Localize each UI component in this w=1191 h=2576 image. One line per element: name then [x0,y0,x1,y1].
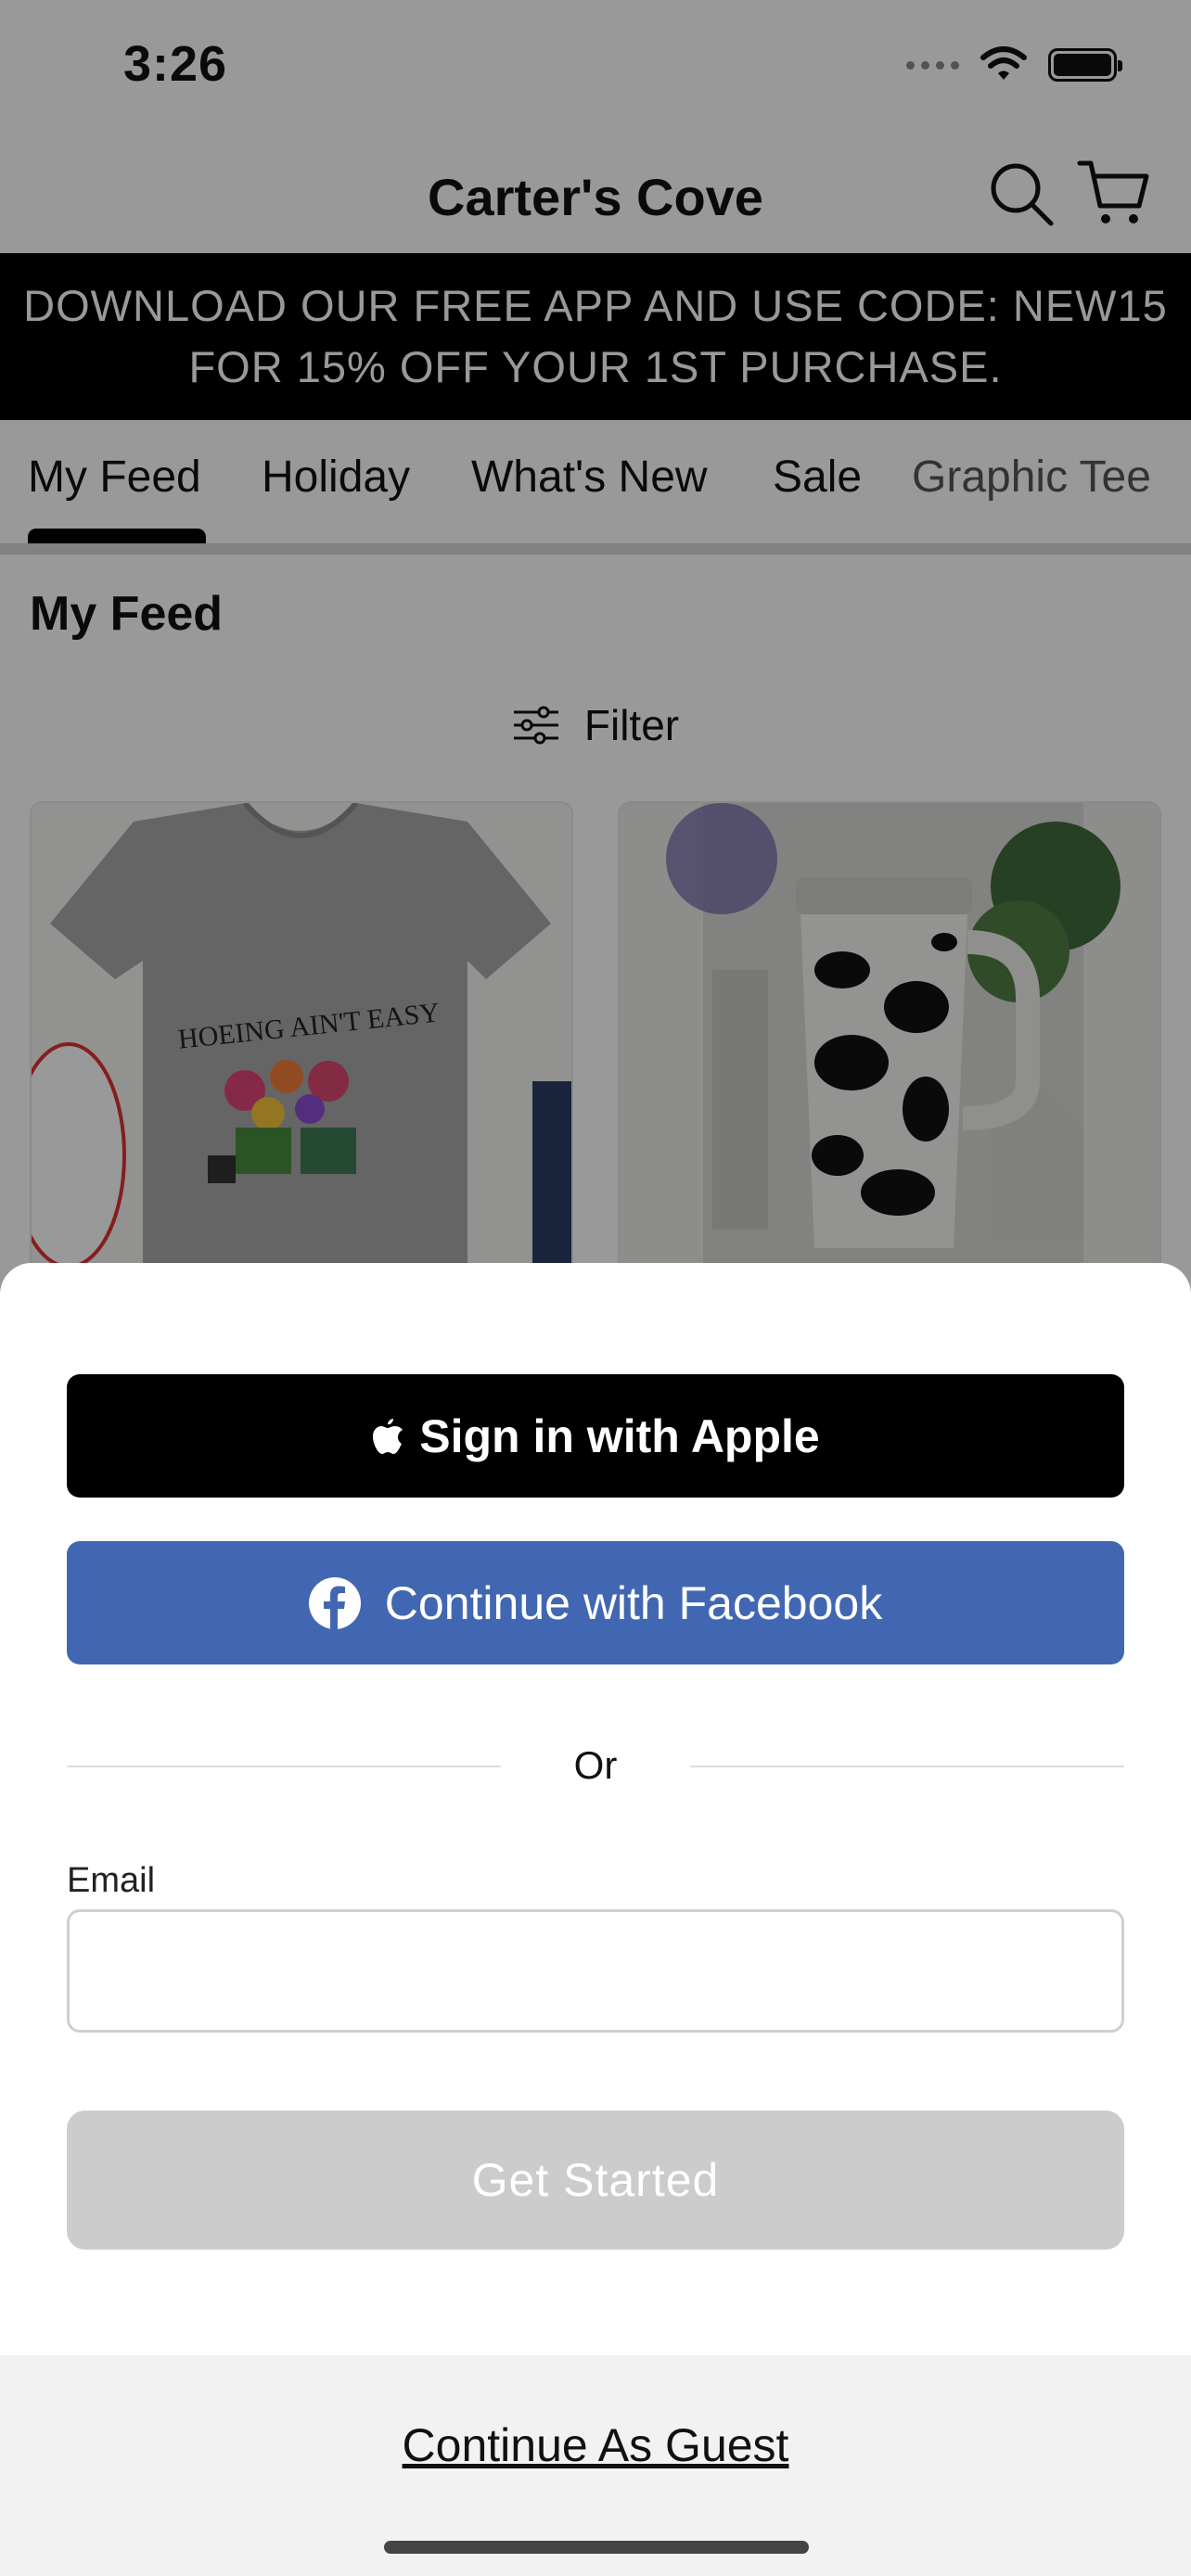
email-field[interactable] [67,1909,1124,2033]
modal-dim-overlay[interactable] [0,0,1191,1298]
apple-button-label: Sign in with Apple [419,1409,820,1462]
or-divider: Or [67,1734,1124,1799]
sign-in-with-apple-button[interactable]: Sign in with Apple [67,1374,1124,1498]
email-label: Email [67,1861,156,1900]
facebook-logo-icon [308,1576,361,1629]
home-indicator[interactable] [384,2541,809,2554]
continue-as-guest-link[interactable]: Continue As Guest [0,2418,1191,2472]
sign-in-sheet: Sign in with Apple Continue with Faceboo… [0,1263,1191,2576]
continue-with-facebook-button[interactable]: Continue with Facebook [67,1541,1124,1664]
or-text: Or [573,1743,618,1787]
apple-logo-icon [373,1418,403,1454]
get-started-button[interactable]: Get Started [67,2111,1124,2250]
facebook-button-label: Continue with Facebook [384,1576,883,1629]
